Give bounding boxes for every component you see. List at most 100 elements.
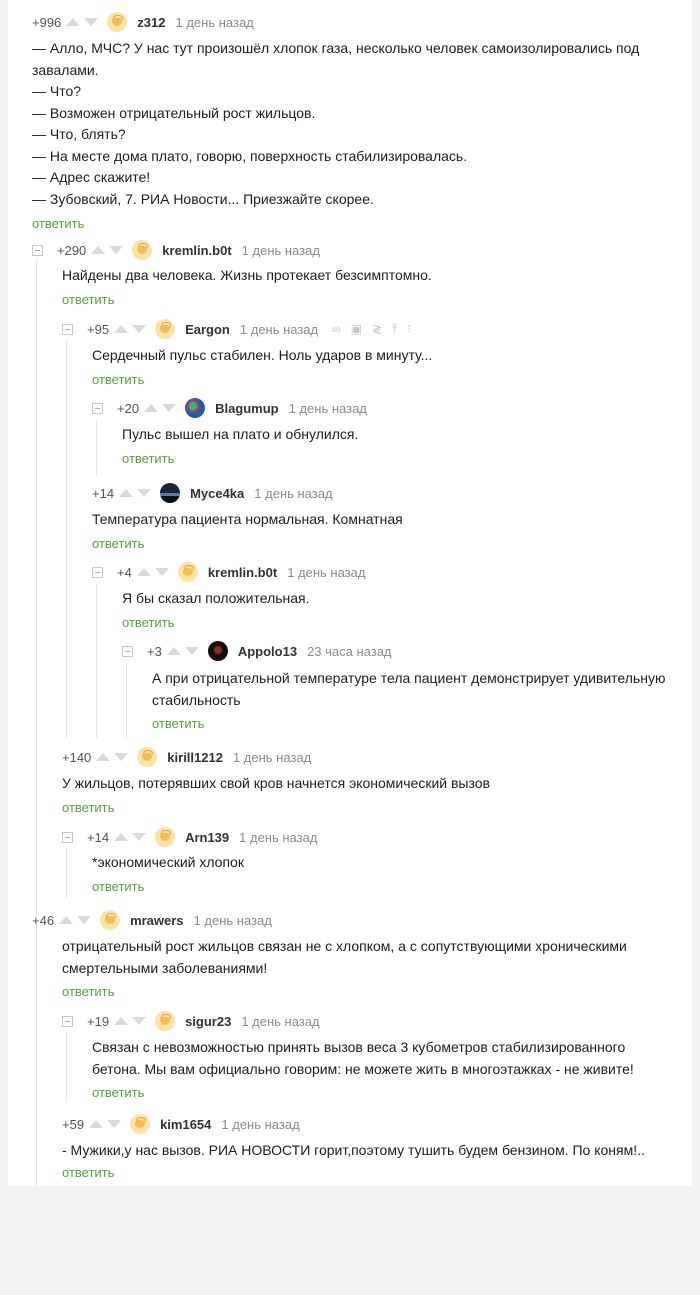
- downvote-icon[interactable]: [114, 753, 129, 761]
- comment-time[interactable]: 1 день назад: [239, 830, 317, 845]
- reply-link[interactable]: ответить: [122, 615, 174, 630]
- upvote-icon[interactable]: [91, 246, 106, 254]
- upvote-icon[interactable]: [114, 833, 129, 841]
- upvote-icon[interactable]: [66, 18, 81, 26]
- downvote-icon[interactable]: [132, 833, 147, 841]
- upvote-icon[interactable]: [119, 489, 134, 497]
- avatar[interactable]: [137, 747, 158, 767]
- comment-rating: +140: [62, 749, 92, 765]
- scroll-up-icon[interactable]: ⤒: [392, 322, 397, 337]
- reply-link[interactable]: ответить: [152, 716, 204, 731]
- comment-time[interactable]: 1 день назад: [241, 1014, 319, 1029]
- comment-rating: +19: [87, 1013, 110, 1029]
- thread-line: [66, 340, 67, 738]
- reply-link[interactable]: ответить: [62, 800, 114, 815]
- upvote-icon[interactable]: [96, 753, 111, 761]
- downvote-icon[interactable]: [132, 1017, 147, 1025]
- upvote-icon[interactable]: [144, 404, 159, 412]
- comment-author[interactable]: z312: [137, 15, 165, 30]
- comment-header: +290 kremlin.b0t 1 день назад: [32, 240, 334, 260]
- upvote-icon[interactable]: [114, 325, 129, 333]
- upvote-icon[interactable]: [136, 568, 151, 576]
- downvote-icon[interactable]: [132, 325, 147, 333]
- collapse-toggle[interactable]: [92, 566, 103, 578]
- avatar[interactable]: [155, 319, 176, 339]
- avatar[interactable]: [130, 1114, 151, 1134]
- collapse-toggle[interactable]: [62, 831, 73, 843]
- comment-author[interactable]: kim1654: [160, 1117, 211, 1132]
- comment-header: +14 Arn139 1 день назад: [62, 827, 331, 847]
- avatar[interactable]: [155, 827, 176, 847]
- downvote-icon[interactable]: [137, 489, 152, 497]
- avatar[interactable]: [100, 910, 121, 930]
- comment-text: Связан с невозможностью принять вызов ве…: [92, 1039, 634, 1077]
- comment-time[interactable]: 1 день назад: [221, 1117, 299, 1132]
- comment-time[interactable]: 1 день назад: [194, 913, 272, 928]
- comment-text: Температура пациента нормальная. Комнатн…: [92, 511, 403, 527]
- share-icon[interactable]: ≷: [372, 322, 382, 336]
- upvote-icon[interactable]: [59, 916, 74, 924]
- comment-rating: +46: [32, 912, 55, 928]
- comment-time[interactable]: 1 день назад: [254, 486, 332, 501]
- comment-header: +19 sigur23 1 день назад: [62, 1011, 334, 1031]
- comment-author[interactable]: Eargon: [185, 322, 230, 337]
- downvote-icon[interactable]: [77, 916, 92, 924]
- avatar[interactable]: [132, 240, 153, 260]
- comment-time[interactable]: 1 день назад: [240, 322, 318, 337]
- collapse-toggle[interactable]: [62, 323, 73, 335]
- comment-text: Пульс вышел на плато и обнулился.: [122, 426, 359, 442]
- link-icon[interactable]: ∞: [332, 322, 341, 336]
- reply-link[interactable]: ответить: [62, 1165, 114, 1180]
- reply-link[interactable]: ответить: [92, 1085, 144, 1100]
- comment-author[interactable]: Arn139: [185, 830, 229, 845]
- avatar[interactable]: [185, 398, 206, 418]
- reply-link[interactable]: ответить: [32, 216, 84, 231]
- reply-link[interactable]: ответить: [122, 451, 174, 466]
- comment-time[interactable]: 23 часа назад: [307, 644, 391, 659]
- comment-header: +20 Blagumup 1 день назад: [92, 398, 381, 418]
- avatar[interactable]: [155, 1011, 176, 1031]
- comment-time[interactable]: 1 день назад: [287, 565, 365, 580]
- downvote-icon[interactable]: [84, 18, 99, 26]
- avatar[interactable]: [107, 12, 128, 32]
- reply-link[interactable]: ответить: [92, 879, 144, 894]
- comment-header: +3 Appolo13 23 часа назад: [122, 641, 406, 661]
- downvote-icon[interactable]: [109, 246, 124, 254]
- more-icon[interactable]: ⁝: [407, 322, 411, 336]
- comment-time[interactable]: 1 день назад: [176, 15, 254, 30]
- comment-rating: +14: [87, 829, 110, 845]
- comment-rating: +59: [62, 1116, 85, 1132]
- comment-rating: +290: [57, 242, 87, 258]
- comment-time[interactable]: 1 день назад: [242, 243, 320, 258]
- comment-author[interactable]: kirill1212: [167, 750, 223, 765]
- reply-link[interactable]: ответить: [92, 372, 144, 387]
- collapse-toggle[interactable]: [92, 402, 103, 414]
- comment-author[interactable]: mrawers: [130, 913, 183, 928]
- reply-link[interactable]: ответить: [92, 536, 144, 551]
- comment-author[interactable]: Blagumup: [215, 401, 279, 416]
- downvote-icon[interactable]: [154, 568, 169, 576]
- comment-author[interactable]: kremlin.b0t: [162, 243, 231, 258]
- save-icon[interactable]: ▣: [351, 322, 362, 336]
- comment-time[interactable]: 1 день назад: [233, 750, 311, 765]
- collapse-toggle[interactable]: [122, 645, 133, 657]
- downvote-icon[interactable]: [162, 404, 177, 412]
- upvote-icon[interactable]: [89, 1120, 104, 1128]
- upvote-icon[interactable]: [166, 647, 181, 655]
- downvote-icon[interactable]: [107, 1120, 122, 1128]
- comment-author[interactable]: kremlin.b0t: [208, 565, 277, 580]
- avatar[interactable]: [177, 562, 198, 582]
- avatar[interactable]: [207, 641, 228, 661]
- comment-time[interactable]: 1 день назад: [289, 401, 367, 416]
- comment-author[interactable]: sigur23: [185, 1014, 231, 1029]
- collapse-toggle[interactable]: [32, 244, 43, 256]
- collapse-toggle[interactable]: [62, 1015, 73, 1027]
- comment-rating: +3: [147, 643, 162, 659]
- avatar[interactable]: [160, 483, 181, 503]
- comment-author[interactable]: Appolo13: [238, 644, 297, 659]
- reply-link[interactable]: ответить: [62, 292, 114, 307]
- upvote-icon[interactable]: [114, 1017, 129, 1025]
- comment-author[interactable]: Myce4ka: [190, 486, 244, 501]
- downvote-icon[interactable]: [184, 647, 199, 655]
- reply-link[interactable]: ответить: [62, 984, 114, 999]
